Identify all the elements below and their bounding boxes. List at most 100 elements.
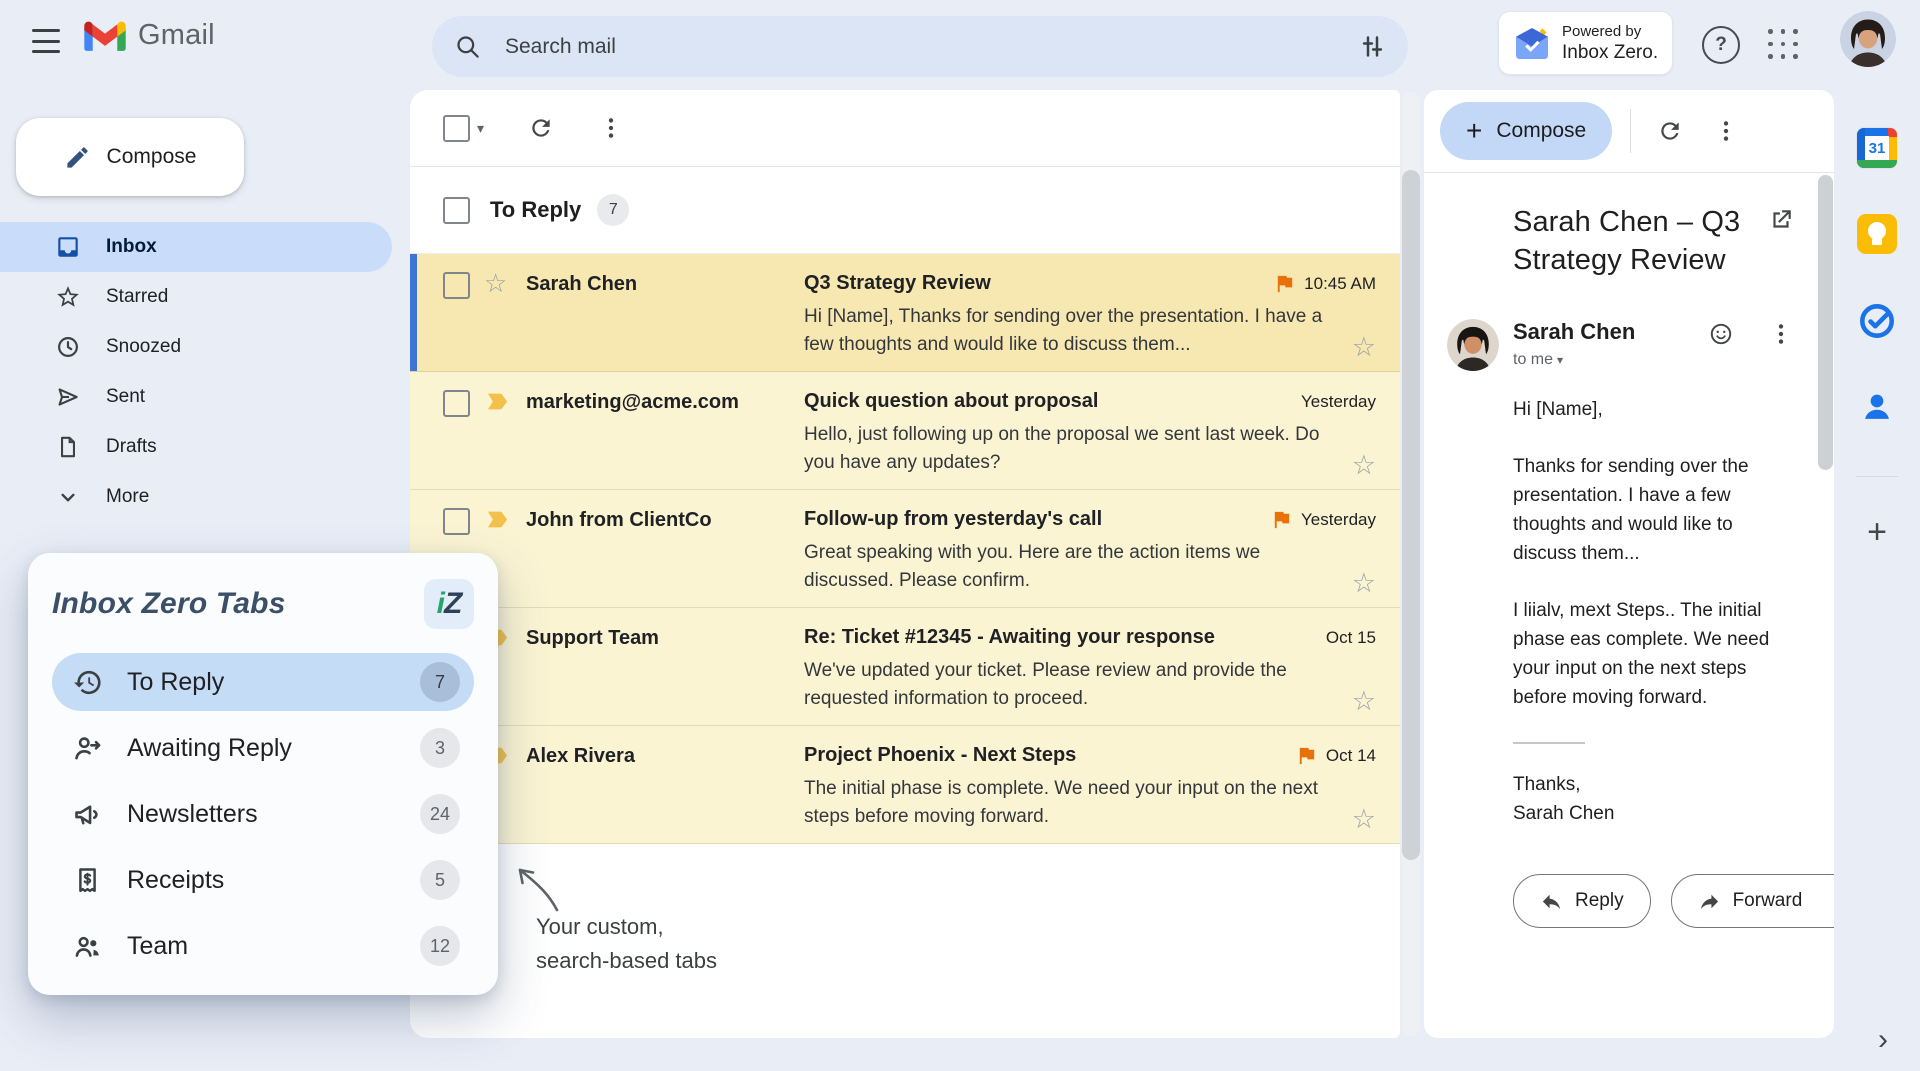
list-scrollbar[interactable]	[1402, 92, 1420, 1036]
open-in-new-icon[interactable]	[1768, 207, 1794, 233]
send-icon	[55, 384, 81, 410]
account-avatar[interactable]	[1840, 11, 1896, 67]
star-icon[interactable]: ☆	[1352, 571, 1376, 595]
inbox-zero-envelope-icon	[1513, 24, 1551, 62]
toolbar-divider	[1630, 109, 1631, 153]
reply-button[interactable]: Reply	[1513, 874, 1651, 928]
star-icon[interactable]: ☆	[484, 268, 507, 298]
email-sender: Support Team	[526, 626, 798, 650]
email-row-support-team[interactable]: Support Team Re: Ticket #12345 - Awaitin…	[410, 608, 1400, 726]
powered-by-line1: Powered by	[1562, 22, 1658, 41]
email-row-alex-rivera[interactable]: Alex Rivera Project Phoenix - Next Steps…	[410, 726, 1400, 844]
sidebar-item-snoozed[interactable]: Snoozed	[0, 322, 392, 372]
google-contacts-icon[interactable]	[1858, 388, 1896, 426]
search-bar[interactable]: Search mail	[432, 16, 1408, 77]
body-paragraph-1: Hi [Name],	[1513, 395, 1789, 424]
gmail-topbar: Gmail Search mail Powered by Inbox Zero.…	[0, 0, 1920, 90]
sidebar-item-drafts[interactable]: Drafts	[0, 422, 392, 472]
select-dropdown-caret-icon[interactable]: ▾	[477, 120, 484, 137]
message-more-options-icon[interactable]	[1768, 321, 1794, 347]
sidebar-item-sent[interactable]: Sent	[0, 372, 392, 422]
hamburger-menu-icon[interactable]	[32, 29, 60, 53]
star-icon[interactable]: ☆	[1352, 453, 1376, 477]
forward-arrow-icon	[1698, 890, 1721, 913]
signature-line-2: Sarah Chen	[1513, 799, 1810, 828]
signature-divider	[1513, 742, 1585, 744]
flag-icon[interactable]	[1273, 272, 1296, 295]
sender-block: Sarah Chen to me▾	[1513, 319, 1810, 369]
detail-compose-button[interactable]: + Compose	[1440, 102, 1612, 160]
importance-marker-icon[interactable]	[484, 388, 511, 415]
google-keep-icon[interactable]	[1857, 214, 1897, 254]
sidebar-nav: Inbox Starred Snoozed Sent Drafts More	[0, 222, 392, 522]
pencil-icon	[64, 144, 91, 171]
reply-arrow-icon	[1540, 890, 1563, 913]
annotation-text: Your custom, search-based tabs	[536, 910, 717, 978]
refresh-icon[interactable]	[528, 115, 554, 141]
list-scrollbar-thumb[interactable]	[1402, 170, 1420, 860]
select-all-checkbox[interactable]	[443, 115, 470, 142]
powered-by-inbox-zero-badge[interactable]: Powered by Inbox Zero.	[1498, 11, 1673, 75]
email-row-sarah-chen[interactable]: ☆ Sarah Chen Q3 Strategy Review 10:45 AM…	[410, 254, 1400, 372]
sidebar-item-more[interactable]: More	[0, 472, 392, 522]
emoji-reaction-icon[interactable]	[1708, 321, 1734, 347]
sender-avatar[interactable]	[1447, 319, 1499, 371]
detail-more-options-icon[interactable]	[1713, 118, 1739, 144]
sidebar-item-inbox[interactable]: Inbox	[0, 222, 392, 272]
star-icon	[55, 284, 81, 310]
search-options-tune-icon[interactable]	[1359, 33, 1386, 60]
google-tasks-icon[interactable]	[1856, 300, 1898, 342]
email-row-john-from-clientco[interactable]: John from ClientCo Follow-up from yester…	[410, 490, 1400, 608]
detail-toolbar: + Compose	[1424, 90, 1834, 173]
help-icon[interactable]: ?	[1702, 26, 1740, 64]
email-subject: Quick question about proposal	[804, 390, 1301, 413]
email-snippet: Great speaking with you. Here are the ac…	[804, 539, 1352, 595]
email-subject: Follow-up from yesterday's call	[804, 508, 1260, 531]
add-addon-icon[interactable]: +	[1867, 513, 1887, 552]
email-subject: Q3 Strategy Review	[804, 272, 1263, 295]
section-count-badge: 7	[597, 194, 629, 226]
email-checkbox[interactable]	[443, 272, 470, 299]
iz-tab-newsletters[interactable]: Newsletters 24	[52, 785, 474, 843]
email-sender: Alex Rivera	[526, 744, 798, 768]
star-icon[interactable]: ☆	[1352, 807, 1376, 831]
importance-marker-icon[interactable]	[484, 506, 511, 533]
reply-actions: Reply Forward	[1513, 874, 1810, 928]
recipient-dropdown[interactable]: to me▾	[1513, 351, 1810, 369]
star-icon[interactable]: ☆	[1352, 689, 1376, 713]
forward-button[interactable]: Forward	[1671, 874, 1834, 928]
tab-count-badge: 7	[420, 662, 460, 702]
email-thread: Sarah Chen – Q3 Strategy Review Sarah Ch…	[1424, 173, 1834, 928]
list-toolbar: ▾	[410, 90, 1400, 167]
collapse-side-panel-icon[interactable]: ›	[1878, 1025, 1888, 1055]
plus-icon: +	[1466, 117, 1482, 145]
sidebar-item-starred[interactable]: Starred	[0, 272, 392, 322]
google-apps-grid-icon[interactable]	[1768, 29, 1800, 61]
flag-icon[interactable]	[1295, 744, 1318, 767]
receipt-icon	[72, 865, 103, 896]
rail-divider	[1856, 476, 1898, 477]
star-icon[interactable]: ☆	[1352, 335, 1376, 359]
search-input[interactable]: Search mail	[505, 35, 1359, 59]
more-options-icon[interactable]	[598, 115, 624, 141]
email-sender: Sarah Chen	[526, 272, 798, 296]
megaphone-icon	[72, 799, 103, 830]
iz-tab-receipts[interactable]: Receipts 5	[52, 851, 474, 909]
search-icon[interactable]	[454, 33, 481, 60]
compose-button[interactable]: Compose	[16, 118, 244, 196]
inbox-icon	[55, 234, 81, 260]
detail-scrollbar-thumb[interactable]	[1818, 175, 1833, 470]
tab-count-badge: 5	[420, 860, 460, 900]
email-row-marketing-acme-com[interactable]: marketing@acme.com Quick question about …	[410, 372, 1400, 490]
email-checkbox[interactable]	[443, 508, 470, 535]
iz-tab-team[interactable]: Team 12	[52, 917, 474, 975]
detail-refresh-icon[interactable]	[1657, 118, 1683, 144]
google-calendar-icon[interactable]: 31	[1857, 128, 1897, 168]
email-checkbox[interactable]	[443, 390, 470, 417]
section-checkbox[interactable]	[443, 197, 470, 224]
body-paragraph-2: Thanks for sending over the presentation…	[1513, 452, 1789, 568]
flag-icon[interactable]	[1270, 508, 1293, 531]
iz-tab-to-reply[interactable]: To Reply 7	[52, 653, 474, 711]
iz-tab-awaiting-reply[interactable]: Awaiting Reply 3	[52, 719, 474, 777]
email-sender: John from ClientCo	[526, 508, 798, 532]
